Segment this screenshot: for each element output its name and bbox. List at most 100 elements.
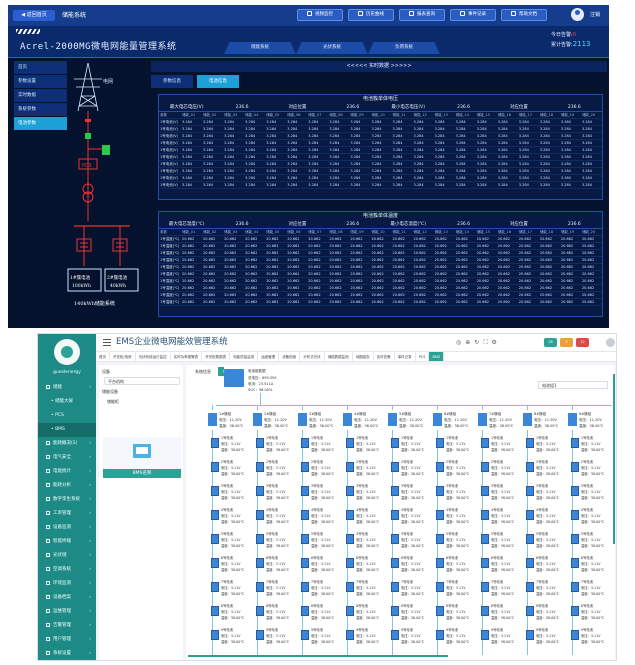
battery-cell-card[interactable]: 7号电池 电压：3.11V 温度：38.00℃ bbox=[481, 578, 519, 596]
report-query-button[interactable]: 报表查询 bbox=[399, 9, 445, 21]
settings-icon[interactable]: ⚙ bbox=[492, 339, 501, 346]
battery-cell-card[interactable]: 1号电池 电压：3.11V 温度：38.00℃ bbox=[301, 434, 339, 452]
cluster-card[interactable]: 8#簇组 电压：11.20V 温度：38.00℃ bbox=[523, 410, 563, 430]
battery-cell-card[interactable]: 3号电池 电压：3.11V 温度：38.00℃ bbox=[301, 482, 339, 500]
horizontal-scrollbar[interactable] bbox=[188, 655, 448, 657]
screen-icon[interactable]: ◎ bbox=[456, 339, 465, 346]
battery-cell-card[interactable]: 9号电池 电压：3.11V 温度：38.00℃ bbox=[481, 626, 519, 644]
sidebar-item-system[interactable]: 系统参数 bbox=[14, 103, 67, 116]
battery-cell-card[interactable]: 7号电池 电压：3.11V 温度：38.00℃ bbox=[301, 578, 339, 596]
battery-cell-card[interactable]: 5号电池 电压：3.11V 温度：38.00℃ bbox=[256, 530, 294, 548]
battery-cell-card[interactable]: 7号电池 电压：3.11V 温度：38.00℃ bbox=[436, 578, 474, 596]
menu-item[interactable]: • BMS bbox=[38, 423, 96, 437]
battery-cell-card[interactable]: 5号电池 电压：3.11V 温度：38.00℃ bbox=[346, 530, 384, 548]
notify-icon[interactable]: ⊕ bbox=[465, 339, 474, 346]
menu-item[interactable]: 工单管理 › bbox=[38, 507, 96, 521]
cluster-card[interactable]: 7#簇组 电压：11.20V 温度：38.00℃ bbox=[478, 410, 518, 430]
menu-item[interactable]: 储能 › bbox=[38, 381, 96, 395]
refresh-icon[interactable]: ↻ bbox=[474, 339, 483, 346]
battery-cell-card[interactable]: 4号电池 电压：3.11V 温度：38.00℃ bbox=[571, 506, 609, 524]
battery-cell-card[interactable]: 3号电池 电压：3.11V 温度：38.00℃ bbox=[436, 482, 474, 500]
battery-cell-card[interactable]: 8号电池 电压：3.11V 温度：38.00℃ bbox=[571, 602, 609, 620]
history-curve-button[interactable]: 历史曲线 bbox=[348, 9, 394, 21]
battery-cell-card[interactable]: 6号电池 电压：3.11V 温度：38.00℃ bbox=[391, 554, 429, 572]
battery-cell-card[interactable]: 5号电池 电压：3.11V 温度：38.00℃ bbox=[481, 530, 519, 548]
page-tab[interactable]: 运维管理 bbox=[258, 352, 280, 361]
page-tab[interactable]: 储能数据监测 bbox=[325, 352, 353, 361]
battery-cell-card[interactable]: 5号电池 电压：3.11V 温度：38.00℃ bbox=[391, 530, 429, 548]
battery-group-select[interactable]: 电池组1 bbox=[538, 381, 608, 389]
page-tab[interactable]: 电能质量监测 bbox=[230, 352, 259, 361]
event-log-button[interactable]: 事件记录 bbox=[450, 9, 496, 21]
menu-item[interactable]: 电气安全 › bbox=[38, 451, 96, 465]
battery-cell-card[interactable]: 6号电池 电压：3.11V 温度：38.00℃ bbox=[211, 554, 249, 572]
battery-cell-card[interactable]: 3号电池 电压：3.11V 温度：38.00℃ bbox=[571, 482, 609, 500]
menu-item[interactable]: 运维管理 › bbox=[38, 605, 96, 619]
menu-item[interactable]: 电能统计 › bbox=[38, 465, 96, 479]
battery-cell-card[interactable]: 2号电池 电压：3.11V 温度：38.00℃ bbox=[436, 458, 474, 476]
battery-cell-card[interactable]: 6号电池 电压：3.11V 温度：38.00℃ bbox=[571, 554, 609, 572]
battery-cell-card[interactable]: 4号电池 电压：3.11V 温度：38.00℃ bbox=[346, 506, 384, 524]
battery-cell-card[interactable]: 6号电池 电压：3.11V 温度：38.00℃ bbox=[256, 554, 294, 572]
battery-cell-card[interactable]: 7号电池 电压：3.11V 温度：38.00℃ bbox=[346, 578, 384, 596]
cluster-card[interactable]: 9#簇组 电压：11.20V 温度：38.00℃ bbox=[568, 410, 608, 430]
menu-item[interactable]: 空调系统 › bbox=[38, 563, 96, 577]
battery-cell-card[interactable]: 4号电池 电压：3.11V 温度：38.00℃ bbox=[436, 506, 474, 524]
user-avatar[interactable] bbox=[606, 338, 615, 347]
sidebar-item-battery[interactable]: 电池参数 bbox=[14, 117, 67, 130]
menu-item[interactable]: 用户管理 › bbox=[38, 633, 96, 647]
page-tab[interactable]: 实时功率报警表 bbox=[171, 352, 203, 361]
bms-device-card[interactable]: BMS名称 bbox=[103, 437, 181, 478]
battery-cell-card[interactable]: 4号电池 电压：3.11V 温度：38.00℃ bbox=[391, 506, 429, 524]
sidebar-item-params[interactable]: 参数设置 bbox=[14, 75, 67, 88]
device-tree-item[interactable]: 储能柜 bbox=[104, 398, 180, 406]
battery-cell-card[interactable]: 9号电池 电压：3.11V 温度：38.00℃ bbox=[436, 626, 474, 644]
battery-cell-card[interactable]: 2号电池 电压：3.11V 温度：38.00℃ bbox=[391, 458, 429, 476]
battery-cell-card[interactable]: 9号电池 电压：3.11V 温度：38.00℃ bbox=[526, 626, 564, 644]
cluster-card[interactable]: 5#簇组 电压：11.20V 温度：38.00℃ bbox=[388, 410, 428, 430]
battery-cell-card[interactable]: 8号电池 电压：3.11V 温度：38.00℃ bbox=[481, 602, 519, 620]
battery-cell-card[interactable]: 6号电池 电压：3.11V 温度：38.00℃ bbox=[481, 554, 519, 572]
battery-cell-card[interactable]: 2号电池 电压：3.11V 温度：38.00℃ bbox=[346, 458, 384, 476]
tab-battery-info[interactable]: 电池信息 bbox=[197, 75, 239, 88]
battery-cell-card[interactable]: 5号电池 电压：3.11V 温度：38.00℃ bbox=[211, 530, 249, 548]
battery-cell-card[interactable]: 8号电池 电压：3.11V 温度：38.00℃ bbox=[436, 602, 474, 620]
page-tab[interactable]: 首页 bbox=[96, 352, 110, 361]
page-tab[interactable]: 实时告警 bbox=[374, 352, 395, 361]
battery-cell-card[interactable]: 5号电池 电压：3.11V 温度：38.00℃ bbox=[526, 530, 564, 548]
battery-cell-card[interactable]: 6号电池 电压：3.11V 温度：38.00℃ bbox=[526, 554, 564, 572]
menu-item[interactable]: 光伏储 › bbox=[38, 549, 96, 563]
status-badge-red[interactable]: 12 bbox=[576, 338, 589, 347]
battery-cell-card[interactable]: 1号电池 电压：3.11V 温度：38.00℃ bbox=[391, 434, 429, 452]
battery-cell-card[interactable]: 9号电池 电压：3.11V 温度：38.00℃ bbox=[571, 626, 609, 644]
battery-cell-card[interactable]: 1号电池 电压：3.11V 温度：38.00℃ bbox=[211, 434, 249, 452]
page-tab[interactable]: 开关柜/电房 bbox=[110, 352, 136, 361]
battery-cell-card[interactable]: 6号电池 电压：3.11V 温度：38.00℃ bbox=[301, 554, 339, 572]
battery-cell-card[interactable]: 6号电池 电压：3.11V 温度：38.00℃ bbox=[346, 554, 384, 572]
battery-cell-card[interactable]: 2号电池 电压：3.11V 温度：38.00℃ bbox=[571, 458, 609, 476]
help-doc-button[interactable]: 帮助文档 bbox=[501, 9, 547, 21]
menu-item[interactable]: 智能终端 › bbox=[38, 535, 96, 549]
battery-cell-card[interactable]: 7号电池 电压：3.11V 温度：38.00℃ bbox=[571, 578, 609, 596]
battery-cell-card[interactable]: 5号电池 电压：3.11V 温度：38.00℃ bbox=[301, 530, 339, 548]
battery-cell-card[interactable]: 7号电池 电压：3.11V 温度：38.00℃ bbox=[526, 578, 564, 596]
battery-cell-card[interactable]: 5号电池 电压：3.11V 温度：38.00℃ bbox=[436, 530, 474, 548]
sidebar-item-realtime[interactable]: 实时数据 bbox=[14, 89, 67, 102]
menu-item[interactable]: 设备监测 › bbox=[38, 521, 96, 535]
battery-cell-card[interactable]: 3号电池 电压：3.11V 温度：38.00℃ bbox=[211, 482, 249, 500]
battery-cell-card[interactable]: 2号电池 电压：3.11V 温度：38.00℃ bbox=[526, 458, 564, 476]
battery-cell-card[interactable]: 3号电池 电压：3.11V 温度：38.00℃ bbox=[391, 482, 429, 500]
battery-cell-card[interactable]: 3号电池 电压：3.11V 温度：38.00℃ bbox=[346, 482, 384, 500]
battery-cell-card[interactable]: 2号电池 电压：3.11V 温度：38.00℃ bbox=[481, 458, 519, 476]
page-tab[interactable]: BMS bbox=[429, 352, 445, 361]
battery-cell-card[interactable]: 8号电池 电压：3.11V 温度：38.00℃ bbox=[526, 602, 564, 620]
page-tab[interactable]: PCS bbox=[416, 352, 430, 361]
battery-cell-card[interactable]: 9号电池 电压：3.11V 温度：38.00℃ bbox=[256, 626, 294, 644]
battery-cell-card[interactable]: 1号电池 电压：3.11V 温度：38.00℃ bbox=[481, 434, 519, 452]
menu-item[interactable]: 告警管理 › bbox=[38, 619, 96, 633]
battery-cell-card[interactable]: 3号电池 电压：3.11V 温度：38.00℃ bbox=[526, 482, 564, 500]
battery-cell-card[interactable]: 4号电池 电压：3.11V 温度：38.00℃ bbox=[481, 506, 519, 524]
battery-cell-card[interactable]: 7号电池 电压：3.11V 温度：38.00℃ bbox=[211, 578, 249, 596]
battery-cell-card[interactable]: 1号电池 电压：3.11V 温度：38.00℃ bbox=[436, 434, 474, 452]
fullscreen-icon[interactable]: ⛶ bbox=[483, 339, 491, 346]
